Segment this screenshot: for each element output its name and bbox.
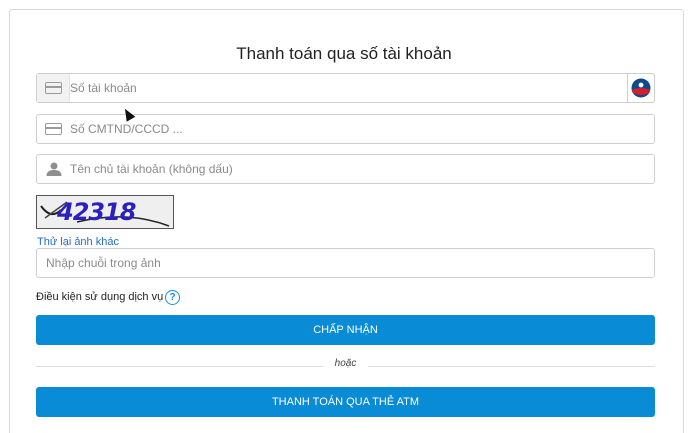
page-title: Thanh toán qua số tài khoản [236,44,452,63]
retry-captcha-link[interactable]: Thử lại ảnh khác [37,236,119,248]
user-icon [46,162,61,176]
or-divider: hoặc [36,358,655,374]
accept-button[interactable]: CHẤP NHẬN [36,315,655,345]
account-number-field[interactable] [36,73,655,103]
id-number-input[interactable] [70,115,650,143]
captcha-field[interactable] [36,248,655,278]
or-divider-label: hoặc [322,358,369,369]
bank-logo-icon [631,78,651,98]
id-number-addon [37,115,70,143]
account-number-addon [37,74,70,102]
account-number-input[interactable] [70,74,630,102]
bank-select-button[interactable] [627,73,655,103]
atm-payment-button[interactable]: THANH TOÁN QUA THẺ ATM [36,387,655,417]
captcha-image: 42318 [36,195,174,229]
help-icon[interactable]: ? [165,290,180,305]
card-icon [45,123,62,135]
account-name-addon [37,155,70,183]
account-name-field[interactable] [36,154,655,184]
card-icon [44,82,62,94]
captcha-input[interactable] [46,249,646,277]
terms-label[interactable]: Điều kiện sử dụng dịch vụ [36,291,163,303]
account-name-input[interactable] [70,155,650,183]
captcha-text: 42318 [57,198,136,226]
